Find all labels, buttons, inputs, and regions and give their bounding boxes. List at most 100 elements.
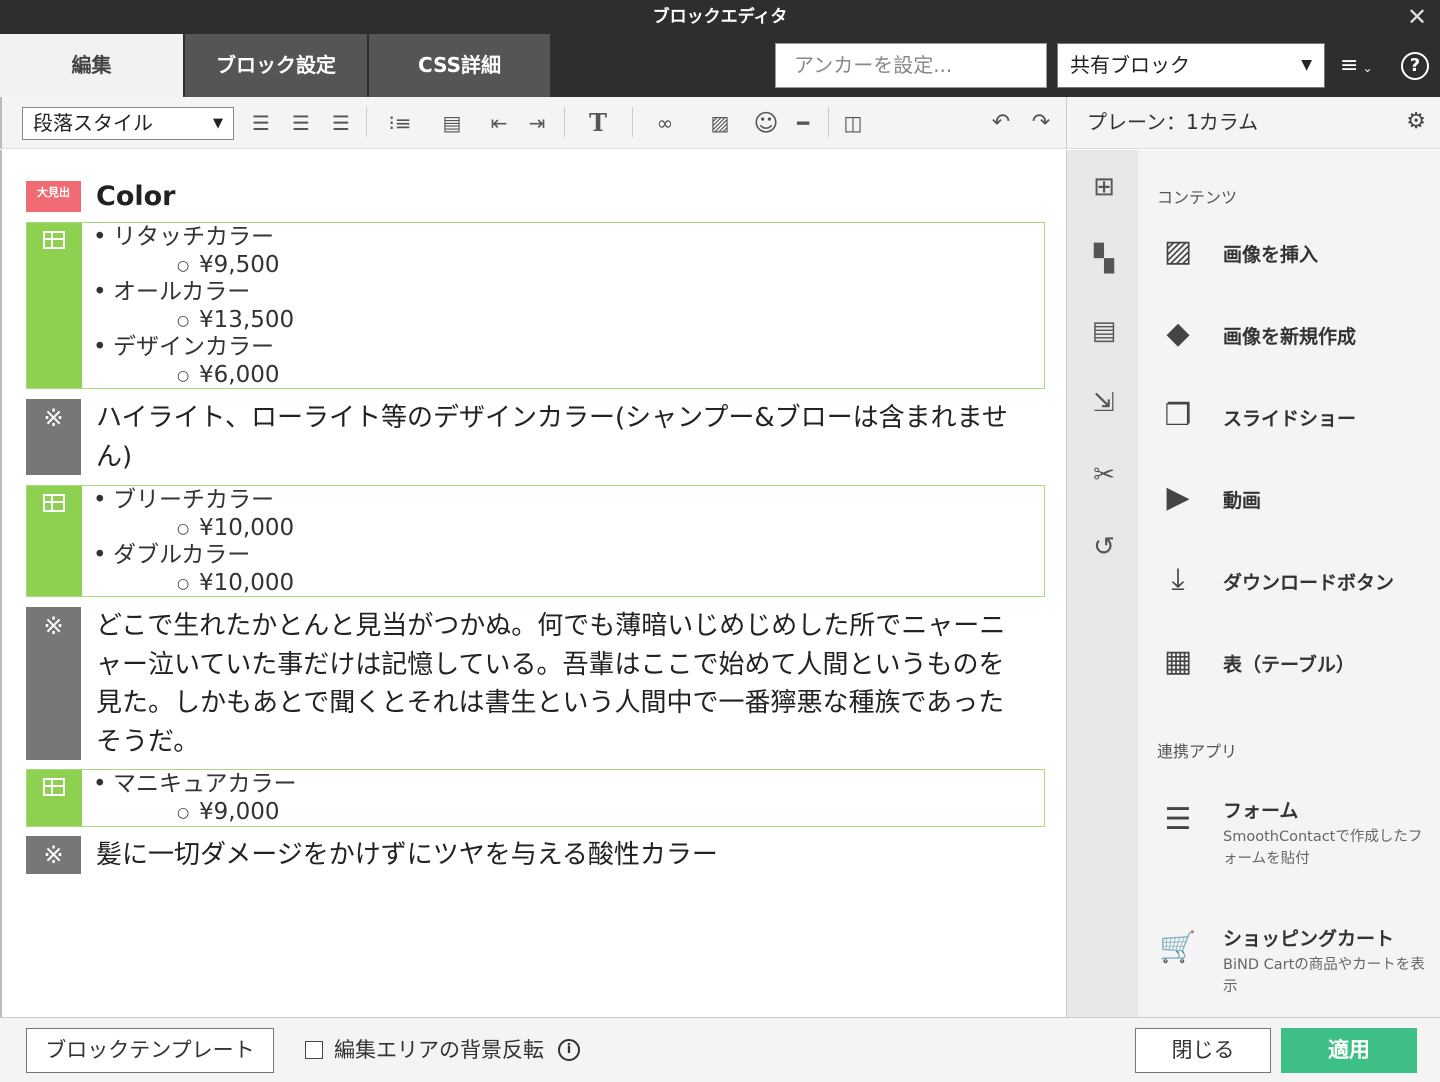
layout-label: プレーン：1カラム <box>1087 110 1259 134</box>
tab-css-details[interactable]: CSS詳細 <box>369 34 550 97</box>
toolbar-divider <box>828 107 829 137</box>
paragraph-style-select[interactable]: 段落スタイル ▼ <box>22 107 234 140</box>
item-label: 画像を挿入 <box>1223 244 1319 266</box>
heading-tag: 大見出 <box>26 181 81 212</box>
tab-edit[interactable]: 編集 <box>0 34 183 97</box>
column-split-icon[interactable]: ◫ <box>840 109 866 137</box>
note-block[interactable]: ※ どこで生れたかとんと見当がつかぬ。何でも薄暗いじめじめした所でニャーニャー泣… <box>26 607 1046 760</box>
align-left-icon[interactable]: ☰ <box>248 109 274 137</box>
item-label: 表（テーブル） <box>1223 654 1355 676</box>
block-template-button[interactable]: ブロックテンプレート <box>26 1028 274 1073</box>
list-item: オールカラー <box>93 278 250 306</box>
anchor-input[interactable]: アンカーを設定... <box>775 43 1047 88</box>
list-subitem: ¥9,500 <box>177 251 279 280</box>
heading-text[interactable]: Color <box>96 180 175 214</box>
note-text[interactable]: どこで生れたかとんと見当がつかぬ。何でも薄暗いじめじめした所でニャーニャー泣いて… <box>96 607 1026 761</box>
horizontal-rule-icon[interactable]: ━ <box>790 109 816 137</box>
content-panel: コンテンツ ▨ 画像を挿入 ◆ 画像を新規作成 ❐ スライドショー ▶ 動画 ⤓… <box>1138 150 1440 1017</box>
info-icon[interactable]: i <box>558 1039 580 1061</box>
list-block[interactable]: ブリーチカラー ¥10,000 ダブルカラー ¥10,000 <box>26 485 1045 598</box>
insert-image-item[interactable]: ▨ 画像を挿入 <box>1158 234 1438 294</box>
apps-section-title: 連携アプリ <box>1157 742 1238 761</box>
shared-block-value: 共有ブロック <box>1070 53 1190 77</box>
invert-background-label: 編集エリアの背景反転 <box>334 1038 544 1062</box>
table-icon <box>43 494 65 512</box>
item-description: SmoothContactで作成したフォームを貼付 <box>1223 829 1423 867</box>
paragraph-style-value: 段落スタイル <box>33 111 153 135</box>
editor-area[interactable]: 大見出 Color リタッチカラー ¥9,500 オールカラー ¥13,500 … <box>0 150 1066 1017</box>
window-title: ブロックエディタ <box>652 7 788 27</box>
new-image-item[interactable]: ◆ 画像を新規作成 <box>1158 316 1438 376</box>
block-format-icon[interactable]: ▤ <box>432 109 472 137</box>
import-icon[interactable]: ⇲ <box>1089 388 1119 418</box>
note-tag: ※ <box>26 607 81 760</box>
link-icon[interactable]: ∞ <box>644 109 686 137</box>
outdent-icon[interactable]: ⇤ <box>486 109 512 137</box>
panel-rail: ⊞ ▚ ▤ ⇲ ✂ ↺ <box>1066 150 1138 1017</box>
list-block-tag <box>27 223 82 388</box>
parts-icon[interactable]: ▚ <box>1089 244 1119 274</box>
item-label: ショッピングカート <box>1223 928 1395 950</box>
title-bar: ブロックエディタ ✕ <box>0 0 1440 34</box>
text-style-icon[interactable]: T <box>576 109 620 137</box>
list-subitem: ¥10,000 <box>177 514 294 543</box>
align-right-icon[interactable]: ☰ <box>328 109 354 137</box>
emoji-icon[interactable]: ☺ <box>752 109 780 137</box>
note-text[interactable]: ハイライト、ローライト等のデザインカラー(シャンプー&ブローは含まれません) <box>96 399 1026 476</box>
invert-background-checkbox[interactable] <box>305 1041 323 1059</box>
format-toolbar: 段落スタイル ▼ ☰ ☰ ☰ ⁝≡ ▤ ⇤ ⇥ T ∞ ▨ ☺ ━ ◫ ↶ ↷ <box>0 97 1066 149</box>
menu-button[interactable]: ≡ ⌄ <box>1340 50 1386 82</box>
note-tag: ※ <box>26 836 81 874</box>
heading-block[interactable]: 大見出 Color <box>26 180 1046 214</box>
cart-app-item[interactable]: 🛒 ショッピングカート BiND Cartの商品やカートを表示 <box>1158 918 1438 998</box>
list-item: デザインカラー <box>93 333 274 361</box>
item-label: 動画 <box>1223 490 1262 512</box>
close-button[interactable]: 閉じる <box>1135 1028 1271 1073</box>
download-icon: ⤓ <box>1171 562 1185 597</box>
contents-section-title: コンテンツ <box>1157 188 1238 207</box>
undo-icon[interactable]: ↶ <box>988 109 1014 137</box>
list-subitem: ¥13,500 <box>177 306 294 335</box>
image-icon: ▨ <box>1163 234 1193 269</box>
list-block[interactable]: マニキュアカラー ¥9,000 <box>26 769 1045 827</box>
list-item: マニキュアカラー <box>93 770 297 798</box>
footer-bar: ブロックテンプレート 編集エリアの背景反転 i 閉じる 適用 <box>0 1017 1440 1082</box>
chevron-down-icon: ⌄ <box>1362 61 1373 75</box>
shared-block-select[interactable]: 共有ブロック ▼ <box>1057 43 1325 88</box>
bullet-list-icon[interactable]: ⁝≡ <box>380 109 420 137</box>
note-block[interactable]: ※ ハイライト、ローライト等のデザインカラー(シャンプー&ブローは含まれません) <box>26 399 1046 475</box>
hamburger-icon: ≡ <box>1340 53 1359 78</box>
table-icon: ▦ <box>1163 644 1193 679</box>
history-icon[interactable]: ↺ <box>1089 532 1119 562</box>
note-block[interactable]: ※ 髪に一切ダメージをかけずにツヤを与える酸性カラー <box>26 836 1046 874</box>
help-icon[interactable]: ? <box>1401 52 1429 80</box>
close-icon[interactable]: ✕ <box>1402 2 1432 32</box>
list-subitem: ¥9,000 <box>177 798 279 827</box>
list-item: リタッチカラー <box>93 223 274 251</box>
list-item: ダブルカラー <box>93 541 250 569</box>
toolbar-divider <box>632 107 633 137</box>
slideshow-item[interactable]: ❐ スライドショー <box>1158 398 1438 458</box>
align-center-icon[interactable]: ☰ <box>288 109 314 137</box>
chevron-down-icon: ▼ <box>213 116 223 131</box>
add-content-icon[interactable]: ⊞ <box>1089 172 1119 202</box>
tools-icon[interactable]: ✂ <box>1089 460 1119 490</box>
tab-block-settings[interactable]: ブロック設定 <box>185 34 367 97</box>
table-item[interactable]: ▦ 表（テーブル） <box>1158 644 1438 704</box>
download-button-item[interactable]: ⤓ ダウンロードボタン <box>1158 562 1438 622</box>
video-item[interactable]: ▶ 動画 <box>1158 480 1438 540</box>
video-icon: ▶ <box>1166 480 1190 515</box>
gear-icon[interactable]: ⚙ <box>1406 109 1426 134</box>
image-icon[interactable]: ▨ <box>698 109 742 137</box>
note-text[interactable]: 髪に一切ダメージをかけずにツヤを与える酸性カラー <box>96 836 1026 875</box>
page-icon[interactable]: ▤ <box>1089 316 1119 346</box>
apply-button[interactable]: 適用 <box>1281 1028 1417 1073</box>
cart-icon: 🛒 <box>1159 930 1197 965</box>
slideshow-icon: ❐ <box>1164 398 1192 433</box>
list-block[interactable]: リタッチカラー ¥9,500 オールカラー ¥13,500 デザインカラー ¥6… <box>26 222 1045 390</box>
indent-icon[interactable]: ⇥ <box>524 109 550 137</box>
redo-icon[interactable]: ↷ <box>1028 109 1054 137</box>
list-subitem: ¥6,000 <box>177 361 279 390</box>
form-app-item[interactable]: ☰ フォーム SmoothContactで作成したフォームを貼付 <box>1158 790 1438 870</box>
shapes-icon: ◆ <box>1166 316 1190 351</box>
